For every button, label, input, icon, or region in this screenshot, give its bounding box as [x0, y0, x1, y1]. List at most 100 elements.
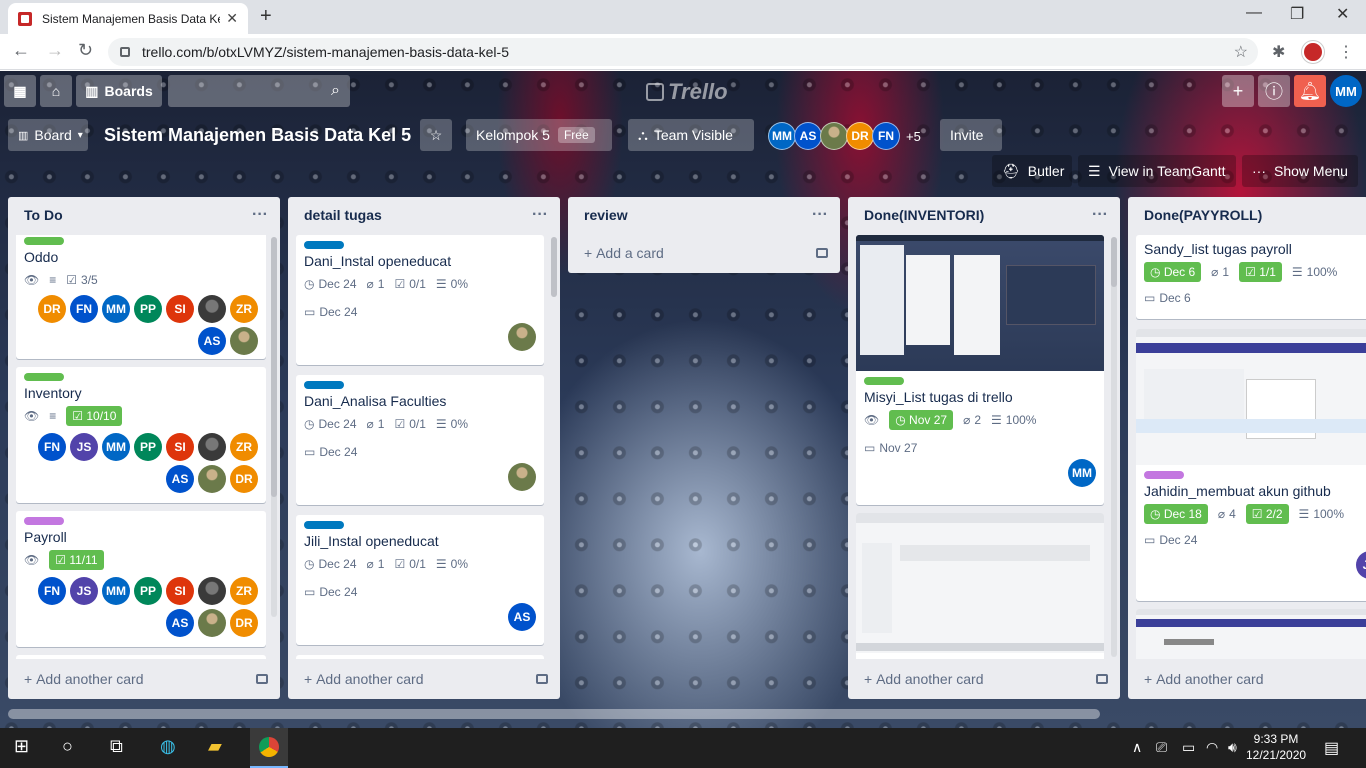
search-input[interactable]: ⌕	[168, 75, 350, 107]
card-jili-instal[interactable]: Jili_Instal openeducat ◷ Dec 24 ⌀ 1 ☑ 0/1 ☰…	[296, 515, 544, 645]
member-avatar[interactable]: MM	[1068, 459, 1096, 487]
notifications-icon[interactable]: ▤	[1324, 738, 1339, 758]
member-avatar[interactable]: MM	[102, 295, 130, 323]
star-board-icon[interactable]: ☆	[420, 119, 452, 151]
card-screenshot-partial[interactable]	[1136, 609, 1366, 659]
card-template-icon[interactable]	[536, 674, 548, 684]
member-avatar[interactable]: FN	[872, 122, 900, 150]
card-screenshot-partial[interactable]	[856, 513, 1104, 659]
battery-icon[interactable]: ▭	[1182, 739, 1195, 756]
new-tab-icon[interactable]: +	[260, 5, 272, 28]
butler-button[interactable]: ⛑ Butler	[992, 155, 1072, 187]
list-scrollbar[interactable]	[1111, 237, 1117, 657]
member-avatar[interactable]: AS	[508, 603, 536, 631]
extensions-icon[interactable]: ✱	[1272, 42, 1285, 62]
list-done-inventori[interactable]: Done(INVENTORI) ··· Misyi_List tugas di t…	[848, 197, 1120, 699]
card-dani-analisa[interactable]: Dani_Analisa Faculties ◷ Dec 24 ⌀ 1 ☑ 0/1 ☰…	[296, 375, 544, 505]
member-avatar[interactable]: FN	[70, 295, 98, 323]
notifications-bell-icon[interactable]: 🔔︎	[1294, 75, 1326, 107]
tray-chevron-icon[interactable]: ∧	[1132, 739, 1142, 756]
add-card-button[interactable]: + Add another card	[864, 667, 1108, 691]
file-explorer-icon[interactable]: ▰	[208, 736, 222, 757]
bookmark-star-icon[interactable]: ☆	[1234, 42, 1248, 62]
info-icon[interactable]: ⓘ	[1258, 75, 1290, 107]
member-avatar[interactable]: SI	[166, 433, 194, 461]
member-avatar-photo[interactable]	[508, 323, 536, 351]
show-menu-button[interactable]: ··· Show Menu	[1242, 155, 1358, 187]
list-menu-icon[interactable]: ···	[532, 206, 548, 224]
member-avatar-photo[interactable]	[198, 295, 226, 323]
restore-icon[interactable]: ❐	[1290, 4, 1304, 24]
member-avatar[interactable]: MM	[102, 577, 130, 605]
home-icon[interactable]: ⌂	[40, 75, 72, 107]
system-clock[interactable]: 9:33 PM 12/21/2020	[1246, 731, 1306, 763]
trello-logo[interactable]: Trello	[646, 79, 728, 105]
member-avatar[interactable]: FN	[38, 577, 66, 605]
url-bar[interactable]: trello.com/b/otxLVMYZ/sistem-manajemen-b…	[108, 38, 1258, 66]
member-avatar[interactable]: ZR	[230, 295, 258, 323]
chrome-icon[interactable]	[250, 728, 288, 768]
card-misyi-list[interactable]: Misyi_List tugas di trello 👁︎ ◷ Nov 27 ⌀…	[856, 235, 1104, 505]
board-menu-button[interactable]: ▥ Board ▾	[8, 119, 88, 151]
card-template-icon[interactable]	[816, 248, 828, 258]
add-card-button[interactable]: + Add another card	[1144, 667, 1356, 691]
browser-tab[interactable]: Sistem Manajemen Basis Data Kel ✕	[8, 3, 248, 34]
wifi-icon[interactable]: ◠	[1206, 739, 1218, 756]
list-menu-icon[interactable]: ···	[1092, 206, 1108, 224]
add-card-button[interactable]: + Add a card	[584, 241, 828, 265]
user-avatar[interactable]: MM	[1330, 75, 1362, 107]
browser-menu-icon[interactable]: ⋮	[1338, 42, 1354, 62]
create-plus-icon[interactable]: +	[1222, 75, 1254, 107]
list-review[interactable]: review ··· + Add a card	[568, 197, 840, 273]
list-title[interactable]: Done(PAYYROLL)	[1144, 207, 1262, 223]
list-detail-tugas[interactable]: detail tugas ··· Dani_Instal openeducat ◷…	[288, 197, 560, 699]
forward-icon[interactable]: →	[46, 40, 64, 61]
member-avatar[interactable]: FN	[38, 433, 66, 461]
more-members-count[interactable]: +5	[906, 129, 921, 144]
member-avatar[interactable]: DR	[38, 295, 66, 323]
cortana-search-icon[interactable]: ○	[62, 736, 73, 757]
list-title[interactable]: Done(INVENTORI)	[864, 207, 984, 223]
member-avatar-photo[interactable]	[230, 327, 258, 355]
member-avatar[interactable]: SI	[166, 295, 194, 323]
list-to-do[interactable]: To Do··· Oddo 👁︎ ≡ ☑3/5 DR FN MM PP SI	[8, 197, 280, 699]
volume-icon[interactable]: 🔊︎	[1228, 739, 1237, 756]
list-scrollbar[interactable]	[551, 237, 557, 297]
card-payroll[interactable]: Payroll 👁︎ ☑ 11/11 FN JS MM PP SI ZR AS …	[16, 511, 266, 647]
member-avatar[interactable]: JS	[70, 577, 98, 605]
member-avatar[interactable]: ZR	[230, 433, 258, 461]
card-template-icon[interactable]	[1096, 674, 1108, 684]
member-avatar[interactable]: AS	[198, 327, 226, 355]
team-button[interactable]: Kelompok 5 Free	[466, 119, 612, 151]
task-view-icon[interactable]: ⧉	[110, 736, 123, 757]
close-window-icon[interactable]: ✕	[1336, 4, 1349, 24]
card-oddo[interactable]: Oddo 👁︎ ≡ ☑ 3/5 DR FN MM PP SI ZR AS	[16, 235, 266, 359]
list-title[interactable]: To Do	[24, 207, 63, 223]
member-avatar-photo[interactable]	[198, 609, 226, 637]
card-jahidin-github[interactable]: Jahidin_membuat akun github ◷ Dec 18 ⌀ 4 …	[1136, 329, 1366, 601]
apps-grid-icon[interactable]: ▦	[4, 75, 36, 107]
card-partial[interactable]	[16, 655, 266, 659]
add-card-button[interactable]: + Add another card	[304, 667, 548, 691]
member-avatar[interactable]: MM	[768, 122, 796, 150]
reload-icon[interactable]: ↻	[78, 40, 93, 61]
member-avatar[interactable]: PP	[134, 577, 162, 605]
list-menu-icon[interactable]: ···	[812, 206, 828, 224]
invite-button[interactable]: Invite	[940, 119, 1002, 151]
member-avatar[interactable]: DR	[230, 465, 258, 493]
member-avatar[interactable]: ZR	[230, 577, 258, 605]
card-template-icon[interactable]	[256, 674, 268, 684]
teamgantt-button[interactable]: ☰ View in TeamGantt	[1078, 155, 1236, 187]
member-avatar-photo[interactable]	[198, 433, 226, 461]
list-title[interactable]: review	[584, 207, 628, 223]
board-title[interactable]: Sistem Manajemen Basis Data Kel 5	[104, 125, 411, 146]
card-dani-instal[interactable]: Dani_Instal openeducat ◷ Dec 24 ⌀ 1 ☑ 0/1 ☰…	[296, 235, 544, 365]
back-icon[interactable]: ←	[12, 40, 30, 61]
member-avatar[interactable]: SI	[166, 577, 194, 605]
list-menu-icon[interactable]: ···	[252, 206, 268, 224]
card-inventory[interactable]: Inventory 👁︎ ≡ ☑ 10/10 FN JS MM PP SI ZR…	[16, 367, 266, 503]
minimize-icon[interactable]: —	[1246, 4, 1262, 22]
member-avatar[interactable]: JS	[1356, 551, 1366, 579]
close-tab-icon[interactable]: ✕	[226, 10, 238, 27]
visibility-button[interactable]: ⛬ Team Visible	[628, 119, 754, 151]
